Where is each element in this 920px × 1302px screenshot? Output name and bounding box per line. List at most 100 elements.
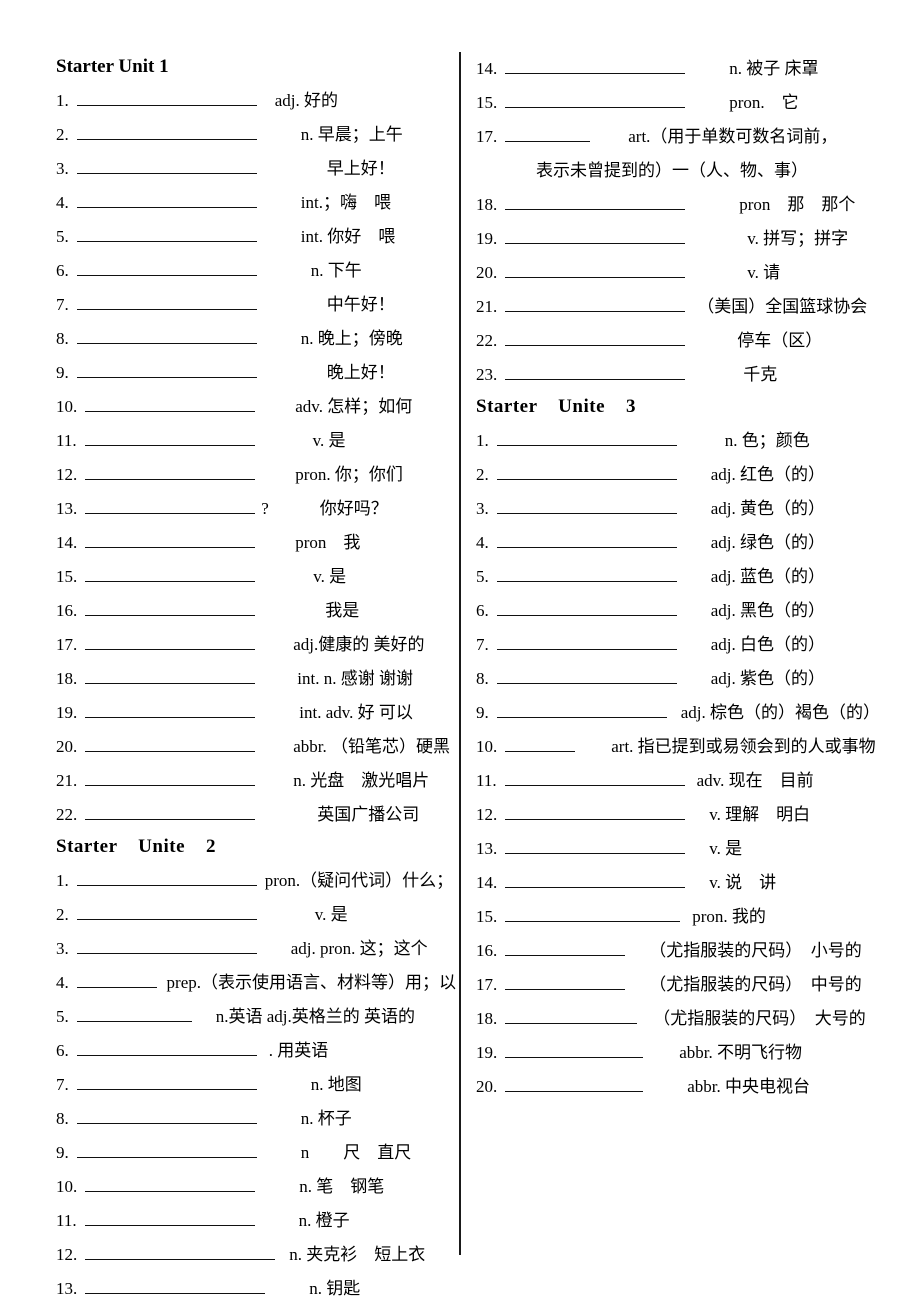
answer-blank[interactable] xyxy=(505,90,686,108)
answer-blank[interactable] xyxy=(85,496,256,514)
answer-blank[interactable] xyxy=(85,666,256,684)
vocab-entry: 20. abbr. 中央电视台 xyxy=(476,1070,908,1104)
entry-definition: v. 是 xyxy=(313,567,347,586)
answer-blank[interactable] xyxy=(76,224,257,242)
answer-blank[interactable] xyxy=(505,802,686,820)
answer-blank[interactable] xyxy=(496,530,677,548)
entry-number: 14. xyxy=(476,59,498,78)
entry-definition: adj. 蓝色（的） xyxy=(710,567,826,586)
entry-number: 23. xyxy=(476,365,498,384)
answer-blank[interactable] xyxy=(85,632,256,650)
entry-number: 4. xyxy=(56,193,69,212)
answer-blank[interactable] xyxy=(505,260,686,278)
answer-blank[interactable] xyxy=(505,192,686,210)
answer-blank[interactable] xyxy=(76,1072,257,1090)
entry-definition: 千克 xyxy=(743,365,778,384)
answer-blank[interactable] xyxy=(505,972,626,990)
answer-blank[interactable] xyxy=(496,496,677,514)
entry-definition: n 尺 直尺 xyxy=(300,1143,412,1162)
entry-definition: n. 笔 钢笔 xyxy=(299,1177,385,1196)
answer-blank[interactable] xyxy=(496,700,667,718)
answer-blank[interactable] xyxy=(505,938,626,956)
answer-blank[interactable] xyxy=(76,1140,257,1158)
vocab-entry: 2. n. 早晨；上午 xyxy=(56,118,456,152)
vocab-entry: 11. adv. 现在 目前 xyxy=(476,764,908,798)
answer-blank[interactable] xyxy=(496,428,677,446)
entry-number: 14. xyxy=(56,533,78,552)
vocab-entry: 14. v. 说 讲 xyxy=(476,866,908,900)
vocab-entry: 20. abbr. （铅笔芯）硬黑 xyxy=(56,730,456,764)
answer-blank[interactable] xyxy=(76,936,257,954)
answer-blank[interactable] xyxy=(85,564,256,582)
answer-blank[interactable] xyxy=(76,292,257,310)
answer-blank[interactable] xyxy=(76,326,257,344)
answer-blank[interactable] xyxy=(76,122,257,140)
answer-blank[interactable] xyxy=(76,258,257,276)
entry-definition: int. adv. 好 可以 xyxy=(299,703,413,722)
entry-definition: adj. 白色（的） xyxy=(710,635,826,654)
vocab-entry: 3. adj. 黄色（的） xyxy=(476,492,908,526)
answer-blank[interactable] xyxy=(85,598,256,616)
entry-definition: n. 早晨；上午 xyxy=(300,125,403,144)
entry-definition: int. n. 感谢 谢谢 xyxy=(297,669,413,688)
answer-blank[interactable] xyxy=(85,802,256,820)
entry-number: 8. xyxy=(476,669,489,688)
answer-blank[interactable] xyxy=(76,970,157,988)
answer-blank[interactable] xyxy=(85,700,256,718)
answer-blank[interactable] xyxy=(504,768,685,786)
answer-blank[interactable] xyxy=(505,1074,644,1092)
answer-blank[interactable] xyxy=(76,88,257,106)
entry-number: 2. xyxy=(56,905,69,924)
answer-blank[interactable] xyxy=(505,294,686,312)
answer-blank[interactable] xyxy=(505,56,686,74)
answer-blank[interactable] xyxy=(85,462,256,480)
entry-definition: v. 是 xyxy=(709,839,743,858)
answer-blank[interactable] xyxy=(496,462,677,480)
vocab-entry: 2. v. 是 xyxy=(56,898,456,932)
answer-blank[interactable] xyxy=(85,394,256,412)
entry-definition: adj. 紫色（的） xyxy=(710,669,826,688)
answer-blank[interactable] xyxy=(85,1174,256,1192)
answer-blank[interactable] xyxy=(505,870,686,888)
answer-blank[interactable] xyxy=(76,190,257,208)
answer-blank[interactable] xyxy=(505,836,686,854)
answer-blank[interactable] xyxy=(84,428,255,446)
answer-blank[interactable] xyxy=(505,362,686,380)
answer-blank[interactable] xyxy=(84,1208,255,1226)
answer-blank[interactable] xyxy=(76,156,257,174)
answer-blank[interactable] xyxy=(505,328,686,346)
answer-blank[interactable] xyxy=(76,1004,192,1022)
entry-number: 6. xyxy=(476,601,489,620)
answer-blank[interactable] xyxy=(505,1040,644,1058)
answer-blank[interactable] xyxy=(496,666,677,684)
answer-blank[interactable] xyxy=(85,1242,276,1260)
entry-number: 10. xyxy=(56,397,78,416)
answer-blank[interactable] xyxy=(85,734,256,752)
vocab-entry: 3. 早上好！ xyxy=(56,152,456,186)
vocab-entry: 15. pron. 它 xyxy=(476,86,908,120)
answer-blank[interactable] xyxy=(505,124,591,142)
answer-blank[interactable] xyxy=(505,734,576,752)
answer-blank[interactable] xyxy=(76,360,257,378)
answer-blank[interactable] xyxy=(85,530,256,548)
answer-blank[interactable] xyxy=(76,868,257,886)
vocab-entry: 7. n. 地图 xyxy=(56,1068,456,1102)
answer-blank[interactable] xyxy=(496,598,677,616)
entry-definition: v. 说 讲 xyxy=(709,873,777,892)
answer-blank[interactable] xyxy=(85,768,256,786)
answer-blank[interactable] xyxy=(76,1106,257,1124)
answer-blank[interactable] xyxy=(505,904,681,922)
answer-blank[interactable] xyxy=(505,226,686,244)
vocab-entry: 12. n. 夹克衫 短上衣 xyxy=(56,1238,456,1272)
answer-blank[interactable] xyxy=(496,564,677,582)
vocab-entry: 23. 千克 xyxy=(476,358,908,392)
answer-blank[interactable] xyxy=(505,1006,638,1024)
entry-definition: pron 我 xyxy=(295,533,361,552)
entry-definition: art.（用于单数可数名词前， xyxy=(628,127,838,146)
entry-definition: v. 理解 明白 xyxy=(709,805,811,824)
answer-blank[interactable] xyxy=(85,1276,266,1294)
vocab-entry: 7. 中午好！ xyxy=(56,288,456,322)
answer-blank[interactable] xyxy=(496,632,677,650)
answer-blank[interactable] xyxy=(76,1038,257,1056)
answer-blank[interactable] xyxy=(76,902,257,920)
